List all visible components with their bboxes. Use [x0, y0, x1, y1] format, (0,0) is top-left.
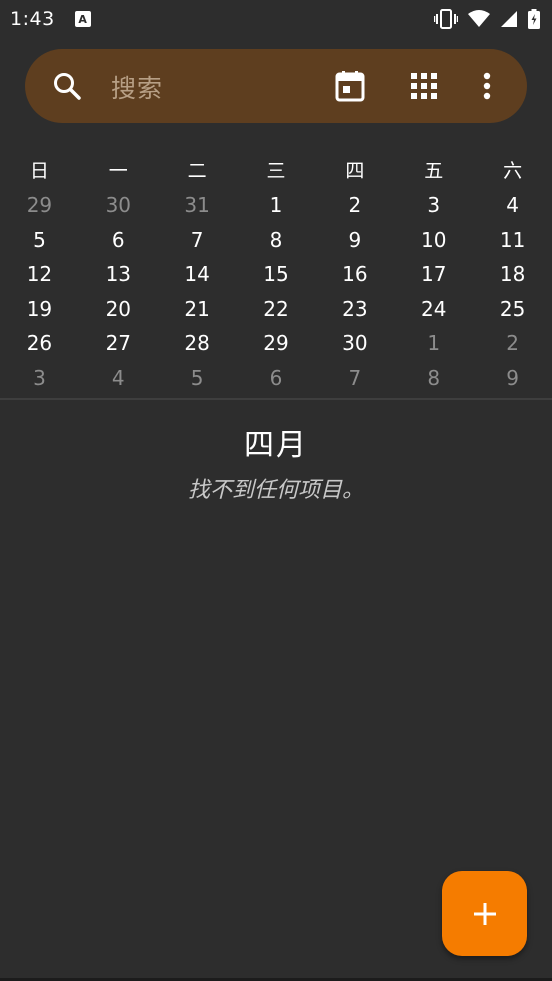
calendar-day-cell[interactable]: 13	[79, 257, 158, 291]
empty-message: 找不到任何项目。	[187, 478, 364, 503]
calendar-day-cell[interactable]: 8	[394, 361, 473, 395]
vibrate-icon	[434, 9, 458, 29]
calendar-day-cell[interactable]: 4	[79, 361, 158, 395]
calendar-day-cell[interactable]: 6	[79, 223, 158, 257]
search-icon[interactable]	[52, 71, 82, 101]
weekday-label: 四	[345, 160, 365, 182]
search-bar[interactable]: 搜索	[25, 49, 527, 123]
calendar-day-cell[interactable]: 24	[394, 292, 473, 326]
calendar-day-cell[interactable]: 8	[237, 223, 316, 257]
calendar-day-cell[interactable]: 19	[0, 292, 79, 326]
calendar-day-cell[interactable]: 29	[0, 188, 79, 222]
calendar-day-cell[interactable]: 4	[473, 188, 552, 222]
grid-view-button[interactable]	[409, 71, 439, 101]
divider	[0, 398, 552, 400]
calendar-day-cell[interactable]: 20	[79, 292, 158, 326]
calendar-day-cell[interactable]: 7	[158, 223, 237, 257]
calendar-day-cell[interactable]: 3	[0, 361, 79, 395]
signal-icon	[501, 11, 517, 27]
status-time: 1:43	[10, 8, 55, 30]
grid-view-icon	[411, 73, 437, 99]
plus-icon	[473, 902, 496, 925]
calendar-day-cell[interactable]: 28	[158, 326, 237, 360]
calendar-day-cell[interactable]: 6	[237, 361, 316, 395]
weekday-label: 三	[266, 160, 286, 182]
calendar-day-cell[interactable]: 5	[158, 361, 237, 395]
weekday-label: 一	[108, 160, 128, 182]
calendar-day-cell[interactable]: 27	[79, 326, 158, 360]
calendar-day-cell[interactable]: 2	[315, 188, 394, 222]
month-title: 四月	[244, 428, 308, 463]
calendar-day-cell[interactable]: 12	[0, 257, 79, 291]
calendar-week-row: 29 30 31 1 2 3 4	[0, 188, 552, 222]
calendar-day-cell[interactable]: 3	[394, 188, 473, 222]
calendar-day-cell[interactable]: 1	[394, 326, 473, 360]
more-vertical-icon	[483, 72, 491, 100]
calendar-day-cell[interactable]: 18	[473, 257, 552, 291]
calendar-day-cell[interactable]: 30	[315, 326, 394, 360]
calendar-day-cell[interactable]: 1	[237, 188, 316, 222]
calendar-day-cell[interactable]: 7	[315, 361, 394, 395]
calendar-today-icon	[335, 71, 365, 102]
calendar-day-cell[interactable]: 15	[237, 257, 316, 291]
more-options-button[interactable]	[472, 71, 502, 101]
add-event-button[interactable]	[442, 871, 527, 956]
wifi-icon	[468, 10, 490, 27]
calendar-day-cell[interactable]: 30	[79, 188, 158, 222]
calendar-week-row: 3456789	[0, 361, 552, 395]
calendar-day-cell[interactable]: 31	[158, 188, 237, 222]
calendar-week-row: 5 6 7 8 9 10 11	[0, 223, 552, 257]
status-bar: 1:43 A	[0, 0, 552, 38]
status-icons	[434, 9, 540, 29]
battery-icon	[528, 9, 540, 29]
calendar-day-cell[interactable]: 5	[0, 223, 79, 257]
calendar-day-cell[interactable]: 22	[237, 292, 316, 326]
weekday-label: 六	[503, 160, 523, 182]
calendar-week-row: 12 13 14 15 16 17 18	[0, 257, 552, 291]
search-input[interactable]: 搜索	[111, 69, 163, 105]
weekday-label: 日	[29, 160, 49, 182]
weekday-label: 二	[187, 160, 207, 182]
notification-icon: A	[74, 11, 91, 27]
calendar-day-cell[interactable]: 16	[315, 257, 394, 291]
weekday-label: 五	[424, 160, 444, 182]
calendar-day-cell[interactable]: 21	[158, 292, 237, 326]
calendar-day-cell[interactable]: 9	[315, 223, 394, 257]
calendar-day-cell[interactable]: 26	[0, 326, 79, 360]
calendar-today-button[interactable]	[335, 71, 365, 102]
calendar-week-row: 26 27 28 29 30 1 2	[0, 326, 552, 360]
calendar-day-cell[interactable]: 10	[394, 223, 473, 257]
weekday-header: 日 一 二 三 四 五 六	[0, 155, 552, 187]
calendar-day-cell[interactable]: 17	[394, 257, 473, 291]
calendar-week-row: 19 20 21 22 23 24 25	[0, 292, 552, 326]
calendar-day-cell[interactable]: 11	[473, 223, 552, 257]
calendar-day-cell[interactable]: 25	[473, 292, 552, 326]
calendar-day-cell[interactable]: 29	[237, 326, 316, 360]
calendar-day-cell[interactable]: 2	[473, 326, 552, 360]
calendar-day-cell[interactable]: 14	[158, 257, 237, 291]
calendar-day-cell[interactable]: 23	[315, 292, 394, 326]
calendar-day-cell[interactable]: 9	[473, 361, 552, 395]
